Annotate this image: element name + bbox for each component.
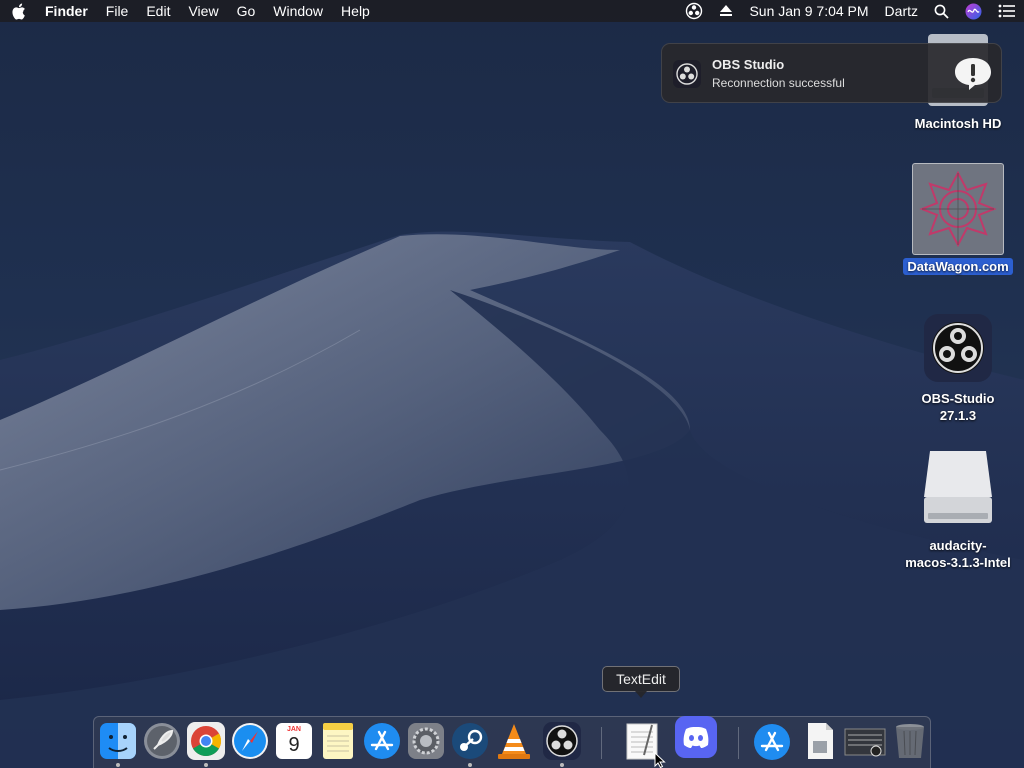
menu-window[interactable]: Window [264,0,332,22]
chrome-icon [187,722,225,760]
disk-image-icon [924,451,992,523]
obs-status-icon[interactable] [677,0,711,22]
dock-notes[interactable] [318,721,358,761]
spotlight-search-icon[interactable] [926,0,957,22]
dock-obs[interactable] [542,721,582,761]
steam-icon [452,723,488,759]
user-name[interactable]: Dartz [877,0,926,22]
dock-screen-recording[interactable] [844,721,886,761]
dock-finder[interactable] [98,721,138,761]
notification-message: Reconnection successful [712,76,845,90]
desktop-icon-obs-studio[interactable]: OBS-Studio 27.1.3 [898,314,1018,424]
safari-compass-icon [232,723,268,759]
obs-icon [543,722,581,760]
calendar-icon: JAN 9 [276,723,312,759]
datawagon-logo-icon [919,170,997,248]
siri-icon[interactable] [957,0,990,22]
menu-file[interactable]: File [97,0,138,22]
dock-launchpad[interactable] [142,721,182,761]
obs-notification-icon [673,60,701,88]
dock-trash[interactable] [890,721,930,761]
dock-discord[interactable] [674,715,718,759]
clock-datetime[interactable]: Sun Jan 9 7:04 PM [741,0,876,22]
dock-app-store[interactable] [362,721,402,761]
menu-view[interactable]: View [179,0,227,22]
mouse-cursor-icon [654,752,666,768]
desktop[interactable]: Finder File Edit View Go Window Help Sun… [0,0,1024,768]
notification-center-icon[interactable] [990,0,1024,22]
desktop-icon-audacity-dmg[interactable]: audacity- macos-3.1.3-Intel [898,447,1018,571]
dock-calendar[interactable]: JAN 9 [274,721,314,761]
menu-edit[interactable]: Edit [137,0,179,22]
menu-go[interactable]: Go [228,0,265,22]
datawagon-thumbnail [912,163,1004,255]
dock-safari[interactable] [230,721,270,761]
menu-help[interactable]: Help [332,0,379,22]
app-store-icon [364,723,400,759]
calendar-day: 9 [288,734,300,756]
wallpaper-dunes [0,231,1024,768]
desktop-icon-datawagon[interactable]: DataWagon.com [898,163,1018,276]
desktop-icon-label-line1: audacity- [929,538,987,553]
applications-folder-icon [754,724,790,760]
notification-title: OBS Studio [712,57,785,72]
notification-banner[interactable]: OBS Studio Reconnection successful [661,43,1002,103]
dock-tooltip: TextEdit [602,666,680,698]
dock-applications-folder[interactable] [752,721,792,761]
dock-document[interactable] [800,721,840,761]
desktop-icon-label-line2: macos-3.1.3-Intel [905,555,1011,570]
gear-icon [408,723,444,759]
desktop-icon-label: Macintosh HD [914,116,1002,131]
running-indicator [468,763,472,767]
dock-google-chrome[interactable] [186,721,226,761]
running-indicator [560,763,564,767]
document-icon [808,723,833,759]
running-indicator [116,763,120,767]
finder-icon [100,723,136,759]
launchpad-rocket-icon [144,723,180,759]
dock: JAN 9 [93,716,931,768]
obs-app-icon [924,314,992,382]
dock-steam[interactable] [450,721,490,761]
notes-icon [323,723,353,759]
trash-icon [896,724,924,758]
dock-separator [738,727,739,759]
screen-recording-icon [844,728,886,757]
vlc-cone-icon [498,724,530,759]
running-indicator [204,763,208,767]
menu-app-finder[interactable]: Finder [36,0,97,22]
alert-exclamation-icon [955,58,991,90]
desktop-icon-label-line1: OBS-Studio [921,391,995,406]
desktop-icon-label-selected: DataWagon.com [903,258,1013,275]
menu-bar: Finder File Edit View Go Window Help Sun… [0,0,1024,22]
desktop-icon-label-line2: 27.1.3 [939,408,977,423]
apple-logo-icon[interactable] [0,0,36,22]
menu-bar-extras: Sun Jan 9 7:04 PM Dartz [677,0,1024,22]
calendar-month: JAN [286,726,301,733]
discord-icon [675,716,717,758]
eject-icon[interactable] [711,0,741,22]
dock-vlc[interactable] [494,721,534,761]
dock-separator [601,727,602,759]
dock-system-preferences[interactable] [406,721,446,761]
